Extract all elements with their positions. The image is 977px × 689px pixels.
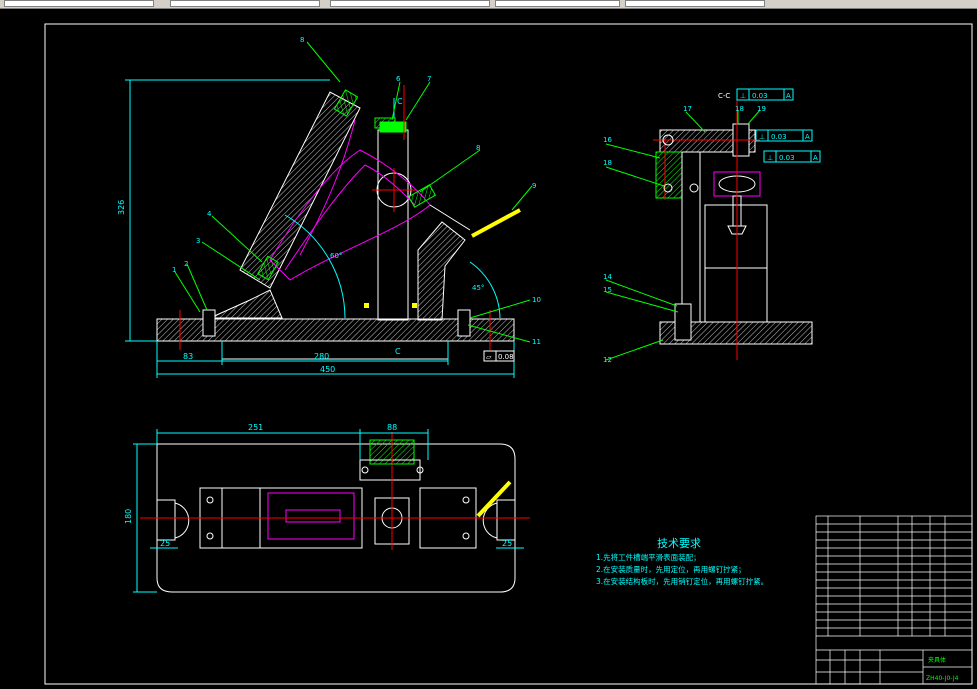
svg-text:A: A <box>786 92 791 100</box>
side-tolerance-3: ⊥ 0.03 A <box>763 150 821 163</box>
top-view <box>133 429 530 593</box>
part-3: 3 <box>196 237 200 245</box>
linetype-dropdown[interactable] <box>330 0 490 7</box>
plotstyle-dropdown[interactable] <box>625 0 765 7</box>
front-angle-45: 45° <box>472 284 484 292</box>
top-dim-clamp: 88 <box>387 423 397 432</box>
part-7: 7 <box>427 75 431 83</box>
part-17: 17 <box>683 105 692 113</box>
part-15: 15 <box>603 286 612 294</box>
front-angle-60: 60° <box>330 252 342 260</box>
svg-text:0.03: 0.03 <box>771 133 787 141</box>
side-left-block <box>655 151 683 199</box>
title-block-drawing-no: ZH40-J0-J4 <box>926 675 959 682</box>
layer-dropdown[interactable] <box>4 0 154 7</box>
part-4: 4 <box>207 210 212 218</box>
front-section-mark-top: C <box>397 97 403 106</box>
top-dim-slot-left: 25 <box>160 539 170 548</box>
side-tolerance-1: ⊥ 0.03 A <box>736 88 794 101</box>
top-workpiece <box>267 492 355 540</box>
drawing-canvas[interactable]: 326 83 280 450 C C 60° 45° ⏥ 0.08 8 6 7 … <box>0 8 977 689</box>
part-6: 6 <box>396 75 401 83</box>
part-10: 10 <box>532 296 541 304</box>
tech-requirements-title: 技术要求 <box>657 537 701 550</box>
top-dim-slot-right: 25 <box>502 539 512 548</box>
front-base-relief <box>221 340 449 360</box>
side-section-label: C-C <box>718 92 730 100</box>
part-8: 8 <box>476 144 480 152</box>
part-16: 16 <box>603 136 612 144</box>
front-dim-middle: 280 <box>314 352 329 361</box>
part-14: 14 <box>603 273 612 281</box>
part-1: 1 <box>172 266 176 274</box>
top-clamp-handle <box>476 480 512 518</box>
part-11: 11 <box>532 338 541 346</box>
lineweight-dropdown[interactable] <box>495 0 620 7</box>
top-dim-height: 180 <box>124 509 133 524</box>
svg-text:0.03: 0.03 <box>752 92 768 100</box>
tech-requirement-2: 2.在安装质量时，先用定位，再用螺钉拧紧； <box>596 564 746 574</box>
title-block-name: 夹具体 <box>928 656 946 664</box>
svg-text:A: A <box>805 133 810 141</box>
clamp-handle <box>471 208 521 238</box>
svg-text:0.08: 0.08 <box>498 353 514 361</box>
svg-text:⊥: ⊥ <box>759 133 765 141</box>
inclined-support <box>209 289 283 319</box>
vertical-post <box>377 129 409 321</box>
tech-requirement-1: 1.先将工件槽端平滑表面装配； <box>596 552 701 562</box>
tech-requirement-3: 3.在安装结构板时，先用销钉定位，再用螺钉拧紧。 <box>596 576 768 586</box>
front-dim-left: 83 <box>183 352 193 361</box>
flatness-frame: ⏥ 0.08 <box>483 350 515 362</box>
side-post <box>704 204 768 323</box>
part-9: 9 <box>532 182 536 190</box>
svg-text:A: A <box>813 154 818 162</box>
color-dropdown[interactable] <box>170 0 320 7</box>
part-8-top: 8 <box>300 36 304 44</box>
svg-text:⊥: ⊥ <box>767 154 773 162</box>
side-tolerance-2: ⊥ 0.03 A <box>755 129 813 142</box>
svg-text:⏥: ⏥ <box>486 353 492 361</box>
front-dim-overall: 450 <box>320 365 335 374</box>
top-dim-left-len: 251 <box>248 423 263 432</box>
part-18: 18 <box>603 159 612 167</box>
title-block <box>815 515 973 685</box>
front-dim-height: 326 <box>117 200 126 215</box>
side-view <box>653 100 813 360</box>
front-part-leaders <box>174 41 533 343</box>
right-support <box>417 221 466 321</box>
svg-text:0.03: 0.03 <box>779 154 795 162</box>
front-section-mark-bottom: C <box>395 347 401 356</box>
part-12: 12 <box>603 356 612 364</box>
front-view <box>125 79 521 378</box>
part-19: 19 <box>757 105 766 113</box>
part-18-top: 18 <box>735 105 744 113</box>
svg-text:⊥: ⊥ <box>740 92 746 100</box>
part-2: 2 <box>184 260 188 268</box>
